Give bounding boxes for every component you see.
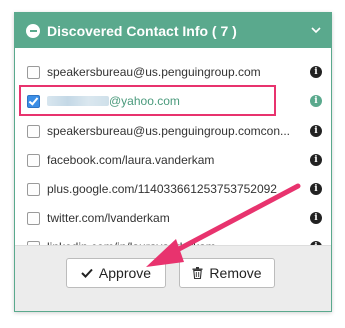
list-item: speakersbureau@us.penguingroup.com i xyxy=(15,61,331,83)
contact-checkbox[interactable] xyxy=(27,65,40,79)
remove-label: Remove xyxy=(209,265,262,281)
contact-label: twitter.com/lvanderkam xyxy=(47,211,170,225)
info-icon[interactable]: i xyxy=(310,95,322,107)
list-item: plus.google.com/114033661253753752092 i xyxy=(15,178,331,200)
info-icon[interactable]: i xyxy=(310,154,322,166)
contact-checkbox[interactable] xyxy=(27,211,40,225)
list-item: speakersbureau@us.penguingroup.comcon...… xyxy=(15,120,331,142)
contact-checkbox[interactable] xyxy=(27,153,40,167)
contact-label: plus.google.com/114033661253753752092 xyxy=(47,182,277,196)
chevron-down-icon[interactable] xyxy=(311,25,321,35)
remove-button[interactable]: Remove xyxy=(179,258,275,288)
approve-button[interactable]: Approve xyxy=(66,258,166,288)
selected-row-highlight xyxy=(19,85,276,116)
minus-circle-icon[interactable] xyxy=(26,23,40,38)
contact-label: speakersbureau@us.penguingroup.comcon... xyxy=(47,124,290,138)
contact-label: facebook.com/laura.vanderkam xyxy=(47,153,215,167)
trash-icon xyxy=(192,267,203,279)
info-icon[interactable]: i xyxy=(310,125,322,137)
list-item: facebook.com/laura.vanderkam i xyxy=(15,149,331,171)
action-footer: Approve Remove xyxy=(15,245,331,311)
panel-header[interactable]: Discovered Contact Info ( 7 ) xyxy=(15,13,331,48)
contact-checkbox[interactable] xyxy=(27,182,40,196)
info-icon[interactable]: i xyxy=(310,183,322,195)
info-icon[interactable]: i xyxy=(310,66,322,78)
check-icon xyxy=(81,268,93,278)
contact-label: speakersbureau@us.penguingroup.com xyxy=(47,65,261,79)
approve-label: Approve xyxy=(98,265,152,281)
list-item: twitter.com/lvanderkam i xyxy=(15,207,331,229)
info-icon[interactable]: i xyxy=(310,212,322,224)
contact-checkbox[interactable] xyxy=(27,124,40,138)
discovered-contact-panel: Discovered Contact Info ( 7 ) speakersbu… xyxy=(14,12,332,312)
panel-title: Discovered Contact Info ( 7 ) xyxy=(47,22,237,39)
